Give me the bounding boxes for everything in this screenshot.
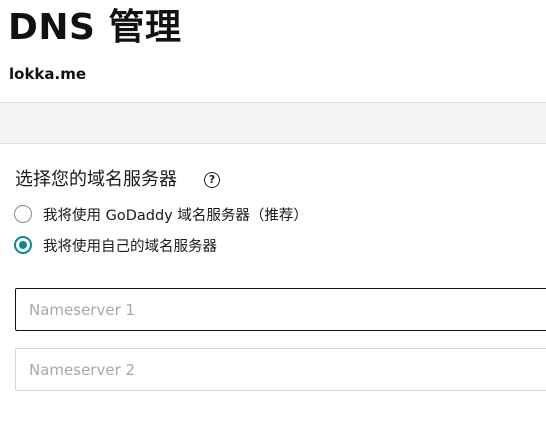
domain-name: lokka.me [9, 65, 87, 83]
radio-option-godaddy[interactable]: 我将使用 GoDaddy 域名服务器（推荐） [14, 203, 308, 225]
radio-label-custom: 我将使用自己的域名服务器 [43, 238, 217, 255]
page-title: DNS 管理 [8, 7, 182, 48]
radio-button-unchecked[interactable] [14, 205, 32, 223]
question-circle-icon[interactable]: ? [204, 172, 220, 188]
radio-label-godaddy: 我将使用 GoDaddy 域名服务器（推荐） [43, 207, 308, 224]
nameserver-1-input[interactable] [15, 288, 546, 331]
nameserver-2-input[interactable] [15, 348, 546, 391]
radio-button-checked[interactable] [14, 236, 32, 254]
radio-option-custom[interactable]: 我将使用自己的域名服务器 [14, 234, 217, 256]
nameserver-section-heading: 选择您的域名服务器 [15, 169, 177, 190]
page-header: DNS 管理 lokka.me [0, 0, 546, 103]
divider-band [0, 103, 546, 144]
